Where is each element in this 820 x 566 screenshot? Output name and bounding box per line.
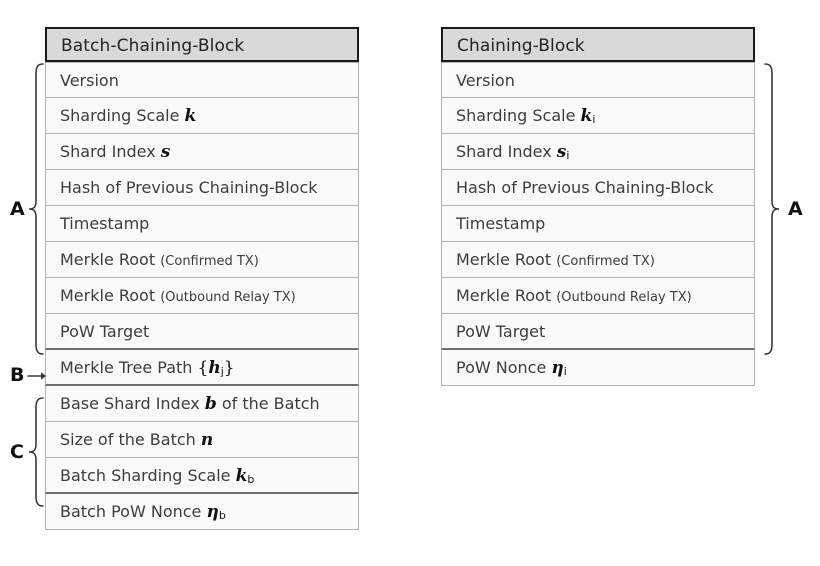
field-note: (Confirmed TX) (556, 254, 655, 269)
field-row-merkle-root-outbound-relay-tx: Merkle Root (Outbound Relay TX) (441, 278, 755, 314)
field-label: Sharding Scale (60, 106, 180, 125)
field-label: Merkle Root (456, 250, 552, 269)
field-label: Timestamp (60, 214, 150, 233)
field-label: Size of the Batch (60, 430, 196, 449)
field-label: Merkle Root (456, 286, 552, 305)
field-row-hash-of-previous-chaining-block: Hash of Previous Chaining-Block (441, 170, 755, 206)
field-symbol-subscript: i (566, 149, 570, 162)
field-label: Timestamp (456, 214, 546, 233)
field-row-batch-pow-nonce: Batch PoW Nonce ηb (45, 494, 359, 530)
block-chaining-block: Chaining-Block Version Sharding Scale ki… (441, 27, 755, 386)
field-label: Hash of Previous Chaining-Block (456, 178, 714, 197)
field-row-pow-nonce: PoW Nonce ηi (441, 350, 755, 386)
field-label: Batch Sharding Scale (60, 466, 231, 485)
field-label: Merkle Root (60, 250, 156, 269)
field-note: (Outbound Relay TX) (556, 290, 692, 305)
field-label: Merkle Tree Path (60, 358, 193, 377)
field-symbol: h (208, 358, 221, 378)
field-symbol: k (184, 106, 197, 126)
block-title-batch-chaining-block: Batch-Chaining-Block (45, 27, 359, 62)
field-row-base-shard-index: Base Shard Index b of the Batch (45, 386, 359, 422)
field-row-pow-target: PoW Target (441, 314, 755, 350)
block-batch-chaining-block: Batch-Chaining-Block Version Sharding Sc… (45, 27, 359, 530)
field-symbol: k (235, 466, 248, 486)
field-label: Shard Index (456, 142, 552, 161)
field-label: Version (60, 71, 119, 90)
annotation-arrow-b (27, 369, 47, 383)
field-symbol: b (204, 394, 217, 414)
field-symbol-subscript: i (563, 365, 567, 378)
field-row-version: Version (441, 62, 755, 98)
field-row-version: Version (45, 62, 359, 98)
field-label: PoW Target (456, 322, 546, 341)
field-row-size-of-the-batch: Size of the Batch n (45, 422, 359, 458)
field-note: (Outbound Relay TX) (160, 290, 296, 305)
field-label: Batch PoW Nonce (60, 502, 202, 521)
field-row-merkle-root-outbound-relay-tx: Merkle Root (Outbound Relay TX) (45, 278, 359, 314)
field-label: PoW Nonce (456, 358, 547, 377)
field-label: Shard Index (60, 142, 156, 161)
field-label: Hash of Previous Chaining-Block (60, 178, 318, 197)
field-row-timestamp: Timestamp (441, 206, 755, 242)
field-symbol: η (206, 502, 219, 522)
annotation-label-a-right: A (788, 198, 803, 220)
field-symbol: s (160, 142, 171, 162)
field-label: Version (456, 71, 515, 90)
annotation-label-b: B (10, 364, 25, 386)
field-note: (Confirmed TX) (160, 254, 259, 269)
field-row-hash-of-previous-chaining-block: Hash of Previous Chaining-Block (45, 170, 359, 206)
field-symbol: n (200, 430, 214, 450)
field-symbol: k (580, 106, 593, 126)
field-row-sharding-scale: Sharding Scale k (45, 98, 359, 134)
field-label: Sharding Scale (456, 106, 576, 125)
block-title-chaining-block: Chaining-Block (441, 27, 755, 62)
field-suffix: of the Batch (221, 394, 320, 413)
field-row-batch-sharding-scale: Batch Sharding Scale kb (45, 458, 359, 494)
field-label: Base Shard Index (60, 394, 200, 413)
field-row-sharding-scale: Sharding Scale ki (441, 98, 755, 134)
field-label: PoW Target (60, 322, 150, 341)
field-symbol: s (556, 142, 567, 162)
field-symbol-subscript: b (218, 509, 226, 522)
field-symbol: η (551, 358, 564, 378)
field-row-merkle-root-confirmed-tx: Merkle Root (Confirmed TX) (45, 242, 359, 278)
field-row-shard-index: Shard Index s (45, 134, 359, 170)
field-row-merkle-root-confirmed-tx: Merkle Root (Confirmed TX) (441, 242, 755, 278)
diagram-canvas: Batch-Chaining-Block Version Sharding Sc… (0, 0, 820, 566)
field-row-pow-target: PoW Target (45, 314, 359, 350)
field-row-shard-index: Shard Index si (441, 134, 755, 170)
annotation-label-c: C (10, 441, 24, 463)
annotation-label-a-left: A (10, 198, 25, 220)
curly-close-icon: } (223, 358, 235, 378)
field-label: Merkle Root (60, 286, 156, 305)
field-symbol-subscript: b (247, 473, 255, 486)
curly-open-icon: { (197, 358, 209, 378)
field-symbol-subscript: i (592, 113, 596, 126)
field-row-timestamp: Timestamp (45, 206, 359, 242)
field-row-merkle-tree-path: Merkle Tree Path {hj} (45, 350, 359, 386)
